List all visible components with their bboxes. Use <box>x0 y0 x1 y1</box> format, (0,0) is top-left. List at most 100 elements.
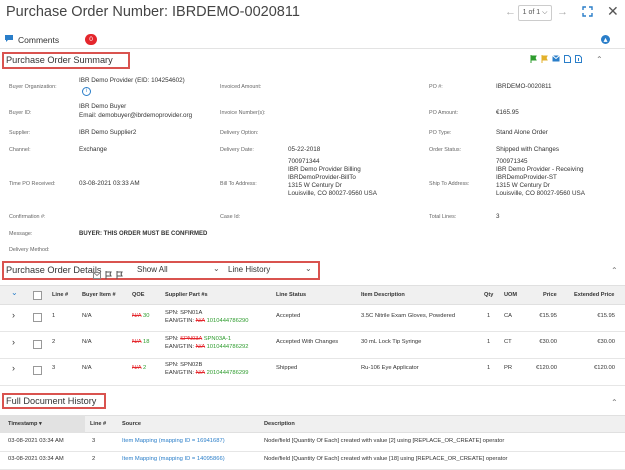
qty: 1 <box>487 365 491 371</box>
line-history-dropdown[interactable]: Line History <box>228 265 270 274</box>
line-number: 3 <box>52 365 56 371</box>
chevron-down-icon[interactable]: ⌄ <box>213 264 220 273</box>
flag-icon[interactable] <box>116 266 123 284</box>
window-header: Purchase Order Number: IBRDEMO-0020811 ←… <box>0 0 625 26</box>
col-header-price[interactable]: Price <box>543 292 557 298</box>
buyer-org-value: IBR Demo Provider (EID: 104254602) <box>79 77 185 84</box>
email-icon[interactable] <box>93 266 101 284</box>
history-line: 2 <box>92 456 96 462</box>
history-section-title[interactable]: Full Document History <box>6 396 96 406</box>
col-header-qoe[interactable]: QOE <box>132 292 144 298</box>
comment-icon <box>4 34 14 45</box>
collapse-history-icon[interactable]: ⌃ <box>611 398 618 407</box>
history-line: 3 <box>92 438 96 444</box>
expand-icon[interactable] <box>582 6 593 20</box>
show-all-dropdown[interactable]: Show All <box>137 265 168 274</box>
summary-section-title[interactable]: Purchase Order Summary <box>6 55 113 65</box>
qoe: N/A 18 <box>132 339 150 345</box>
details-section-title[interactable]: Purchase Order Details <box>6 265 102 275</box>
add-comment-icon[interactable]: ▴ <box>601 35 610 44</box>
row-checkbox[interactable] <box>33 340 42 349</box>
extended-price: €15.95 <box>597 313 615 319</box>
field-label: Invoice Number(s): <box>220 110 266 116</box>
col-header-extended-price[interactable]: Extended Price <box>574 292 614 298</box>
col-header-supplier-part[interactable]: Supplier Part #s <box>165 292 208 298</box>
qoe: N/A 2 <box>132 365 147 371</box>
prev-arrow-icon[interactable]: ← <box>505 6 516 18</box>
row-expand-icon[interactable]: › <box>12 337 15 347</box>
time-received-value: 03-08-2021 03:33 AM <box>79 180 140 187</box>
chevron-down-icon[interactable]: ⌄ <box>305 264 312 273</box>
col-header-qty[interactable]: Qty <box>484 292 493 298</box>
line-number: 1 <box>52 313 56 319</box>
row-checkbox[interactable] <box>33 366 42 375</box>
col-header-timestamp[interactable]: Timestamp ▾ <box>8 421 42 427</box>
close-icon[interactable]: ✕ <box>607 3 619 20</box>
col-header-source[interactable]: Source <box>122 421 141 427</box>
buyer-item: N/A <box>82 339 92 345</box>
info-icon[interactable]: i <box>82 87 91 96</box>
comments-row[interactable]: Comments 0 <box>4 34 98 45</box>
supplier-part: SPN: SPN03A SPN03A-1 EAN/GTIN: N/A 10104… <box>165 336 249 350</box>
history-source-link[interactable]: Item Mapping (mapping ID = 14095866) <box>122 456 225 464</box>
address-line: IBRDemoProvider-ST <box>496 174 557 181</box>
comments-count-badge: 0 <box>85 34 98 45</box>
field-label: Time PO Received: <box>9 181 56 187</box>
download-icon[interactable] <box>575 55 582 65</box>
col-header-uom[interactable]: UOM <box>504 292 517 298</box>
select-all-checkbox[interactable] <box>33 291 42 300</box>
buyer-item: N/A <box>82 313 92 319</box>
address-line: 700971345 <box>496 158 528 165</box>
line-status: Accepted With Changes <box>276 339 339 345</box>
col-header-line[interactable]: Line # <box>52 292 68 298</box>
table-row[interactable] <box>0 304 625 332</box>
field-label: PO Amount: <box>429 110 459 116</box>
col-header-line-status[interactable]: Line Status <box>276 292 306 298</box>
col-header-line[interactable]: Line # <box>90 421 106 427</box>
address-line: Louisville, CO 80027-9560 USA <box>496 190 585 197</box>
field-label: Buyer ID: <box>9 110 32 116</box>
col-header-item-description[interactable]: Item Description <box>361 292 405 298</box>
row-checkbox[interactable] <box>33 313 42 322</box>
flag-yellow-icon[interactable] <box>541 55 548 65</box>
flag-green-icon[interactable] <box>530 55 537 65</box>
flag-icon[interactable] <box>105 266 112 284</box>
order-status-value: Shipped with Changes <box>496 146 560 153</box>
collapse-details-icon[interactable]: ⌃ <box>611 266 618 275</box>
buyer-email-value: Email: demobuyer@ibrdemoprovider.org <box>79 112 193 119</box>
supplier-part: SPN: SPN02B EAN/GTIN: N/A 2010444786299 <box>165 362 249 376</box>
field-label: Buyer Organization: <box>9 84 57 90</box>
po-amount-value: €165.95 <box>496 109 519 116</box>
col-header-buyer-item[interactable]: Buyer Item # <box>82 292 116 298</box>
collapse-summary-icon[interactable]: ⌃ <box>596 55 603 65</box>
supplier-part: SPN: SPN01A EAN/GTIN: N/A 1010444786290 <box>165 310 249 324</box>
row-expand-icon[interactable]: › <box>12 363 15 373</box>
document-icon[interactable] <box>564 55 571 65</box>
qty: 1 <box>487 313 491 319</box>
field-label: Ship To Address: <box>429 181 470 187</box>
history-source-link[interactable]: Item Mapping (mapping ID = 16941687) <box>122 438 225 446</box>
history-timestamp: 03-08-2021 03:34 AM <box>8 456 64 462</box>
line-status: Accepted <box>276 313 301 319</box>
extended-price: €30.00 <box>597 339 615 345</box>
page-selector[interactable]: 1 of 1 ⌵ <box>518 5 552 21</box>
field-label: Delivery Method: <box>9 247 50 253</box>
next-arrow-icon[interactable]: → <box>557 6 568 18</box>
line-status: Shipped <box>276 365 298 371</box>
field-label: Supplier: <box>9 130 31 136</box>
field-label: Invoiced Amount: <box>220 84 262 90</box>
price: €120.00 <box>536 365 557 371</box>
address-line: Louisville, CO 80027-9560 USA <box>288 190 377 197</box>
col-header-description[interactable]: Description <box>264 421 295 427</box>
po-number-value: IBRDEMO-0020811 <box>496 83 552 90</box>
row-expand-icon[interactable]: › <box>12 310 15 320</box>
qoe: N/A 30 <box>132 313 150 319</box>
page-title: Purchase Order Number: IBRDEMO-0020811 <box>6 4 300 20</box>
field-label: Total Lines: <box>429 214 457 220</box>
uom: CA <box>504 313 513 319</box>
field-label: Channel: <box>9 147 31 153</box>
field-label: Delivery Date: <box>220 147 254 153</box>
expand-all-icon[interactable]: ⌄ <box>11 288 18 297</box>
price: €30.00 <box>539 339 557 345</box>
email-icon[interactable] <box>552 55 560 65</box>
